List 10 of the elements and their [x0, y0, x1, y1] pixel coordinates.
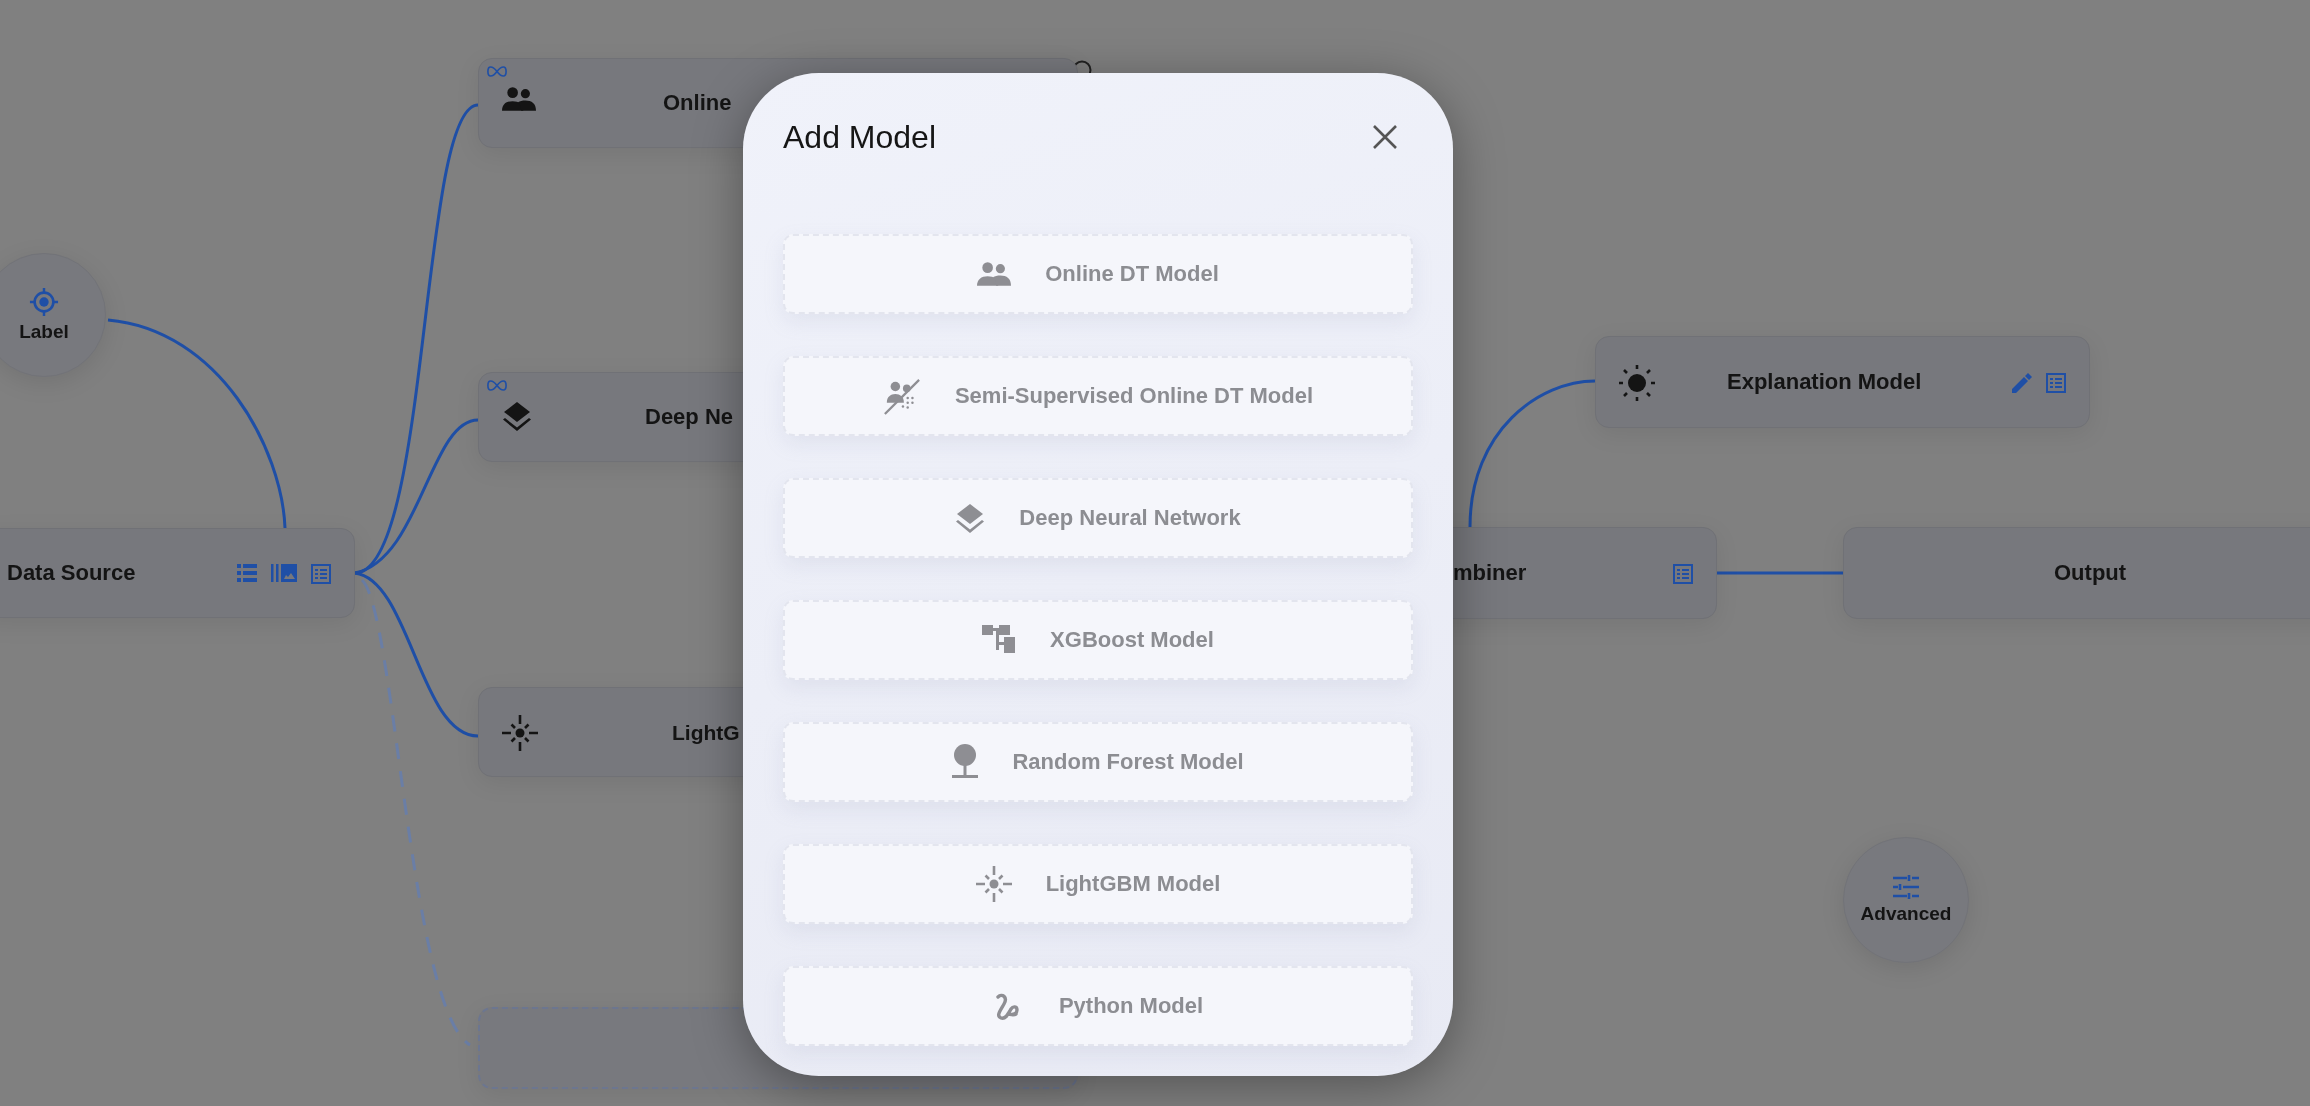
node-title: Online: [663, 92, 732, 114]
node-title: mbiner: [1453, 562, 1527, 584]
node-label: Advanced: [1860, 903, 1952, 925]
node-title: Data Source: [7, 562, 136, 584]
node-title: LightG: [672, 721, 740, 743]
node-title: Explanation Model: [1727, 371, 1922, 393]
node-title: Deep Ne: [645, 406, 734, 428]
node-title: Output: [2054, 562, 2127, 584]
dialog-title: Add Model: [783, 118, 936, 156]
node-label: Label: [19, 321, 69, 343]
